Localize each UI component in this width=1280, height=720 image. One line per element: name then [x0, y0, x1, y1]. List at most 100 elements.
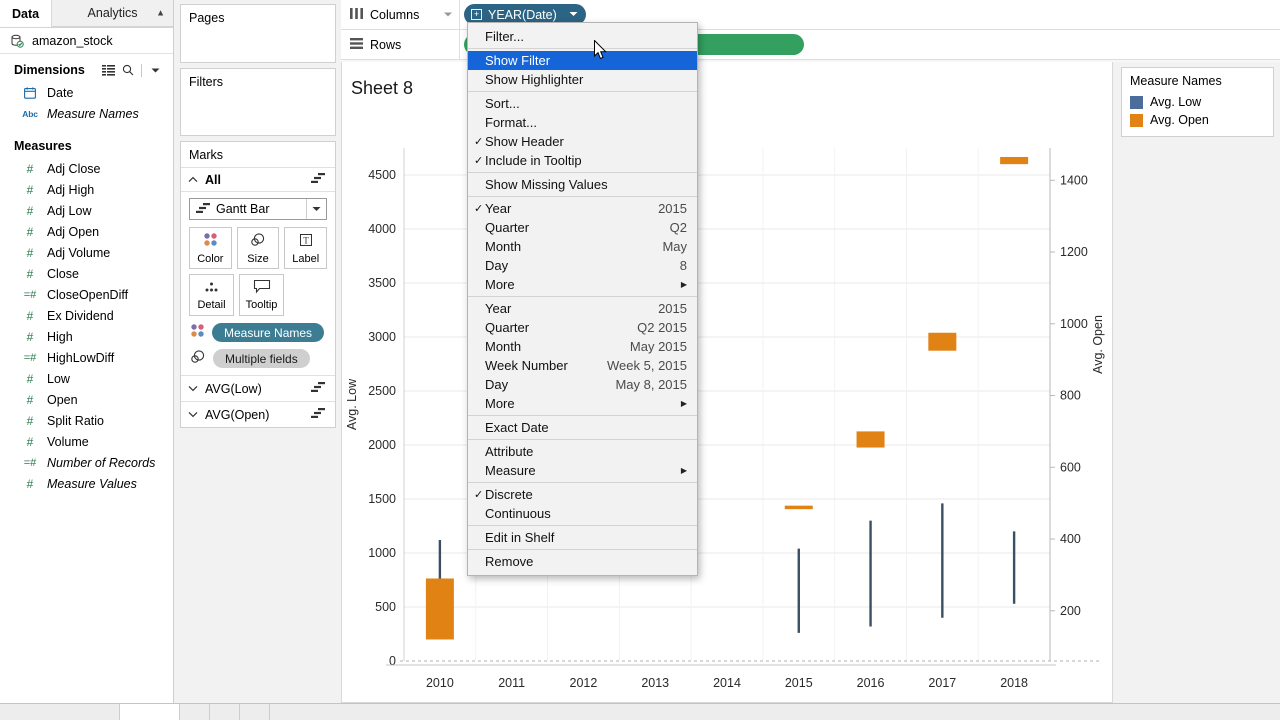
detail-button[interactable]: Detail — [189, 274, 234, 316]
tab-analytics[interactable]: Analytics ▲ — [52, 0, 173, 27]
measure-names-legend[interactable]: Measure Names Avg. Low Avg. Open — [1121, 67, 1274, 137]
color-encoding-row[interactable]: Measure Names — [189, 323, 327, 342]
menu-item-remove[interactable]: Remove — [468, 552, 697, 571]
mark-avg-open[interactable] — [1000, 156, 1029, 165]
marks-subcard-avg-low[interactable]: AVG(Low) — [181, 375, 335, 401]
measure-item[interactable]: # Adj Open — [0, 221, 173, 242]
measure-item[interactable]: =# HighLowDiff — [0, 347, 173, 368]
menu-item-edit-in-shelf[interactable]: Edit in Shelf — [468, 528, 697, 547]
mark-avg-open[interactable] — [425, 578, 454, 640]
chevron-down-icon[interactable] — [188, 410, 199, 420]
measure-item[interactable]: # Measure Values — [0, 473, 173, 494]
measure-item[interactable]: # Close — [0, 263, 173, 284]
measure-item[interactable]: # Open — [0, 389, 173, 410]
marks-all-row[interactable]: All — [181, 168, 335, 192]
grid-view-icon[interactable] — [98, 61, 118, 79]
menu-item-more[interactable]: More ▶ — [468, 394, 697, 413]
left-axis-tick-label: 3500 — [368, 276, 396, 290]
rows-shelf-label: Rows — [341, 30, 460, 59]
x-axis-tick-label: 2015 — [785, 676, 813, 690]
pages-card[interactable]: Pages — [180, 4, 336, 63]
menu-item-show-missing-values[interactable]: Show Missing Values — [468, 175, 697, 194]
dimension-label: Measure Names — [47, 106, 139, 121]
menu-item-exact-date[interactable]: Exact Date — [468, 418, 697, 437]
menu-group: Filter... — [468, 25, 697, 48]
mark-avg-open[interactable] — [784, 505, 813, 510]
x-axis-tick-label: 2017 — [928, 676, 956, 690]
dimension-item-date[interactable]: Date — [0, 82, 173, 103]
encoding-pill-measure-names[interactable]: Measure Names — [212, 323, 325, 342]
chevron-down-icon[interactable] — [145, 61, 165, 79]
menu-item-show-header[interactable]: ✓ Show Header — [468, 132, 697, 151]
menu-item-attribute[interactable]: Attribute — [468, 442, 697, 461]
field-context-menu[interactable]: Filter... Show Filter Show Highlighter Sort… — [467, 22, 698, 576]
search-icon[interactable] — [118, 61, 138, 79]
new-dashboard-icon[interactable] — [210, 704, 240, 720]
measure-item[interactable]: # Adj Close — [0, 158, 173, 179]
new-worksheet-icon[interactable] — [180, 704, 210, 720]
menu-group: Sort... Format... ✓ Show Header ✓ Include in … — [468, 92, 697, 172]
legend-item[interactable]: Avg. Open — [1130, 111, 1265, 129]
menu-item-more[interactable]: More ▶ — [468, 275, 697, 294]
menu-item-sort[interactable]: Sort... — [468, 94, 697, 113]
menu-item-quarter[interactable]: Quarter Q2 2015 — [468, 318, 697, 337]
dimension-item-measure-names[interactable]: Abc Measure Names — [0, 103, 173, 124]
tooltip-bubble-icon — [253, 279, 271, 297]
menu-item-discrete[interactable]: ✓ Discrete — [468, 485, 697, 504]
menu-item-quarter[interactable]: Quarter Q2 — [468, 218, 697, 237]
menu-item-format[interactable]: Format... — [468, 113, 697, 132]
menu-item-continuous[interactable]: Continuous — [468, 504, 697, 523]
marks-subcard-avg-open[interactable]: AVG(Open) — [181, 401, 335, 427]
chevron-down-icon[interactable] — [306, 199, 326, 219]
color-button[interactable]: Color — [189, 227, 232, 269]
menu-item-filter[interactable]: Filter... — [468, 27, 697, 46]
mark-type-select[interactable]: Gantt Bar — [189, 198, 327, 220]
menu-item-month[interactable]: Month May — [468, 237, 697, 256]
tab-data[interactable]: Data — [0, 0, 53, 27]
size-button[interactable]: Size — [236, 227, 280, 269]
chevron-down-icon[interactable] — [563, 10, 580, 19]
mark-avg-open[interactable] — [856, 431, 885, 448]
encoding-pill-multiple-fields[interactable]: Multiple fields — [213, 349, 310, 368]
menu-item-day[interactable]: Day May 8, 2015 — [468, 375, 697, 394]
menu-item-month[interactable]: Month May 2015 — [468, 337, 697, 356]
size-encoding-row[interactable]: Multiple fields — [189, 349, 327, 368]
tooltip-button[interactable]: Tooltip — [239, 274, 284, 316]
detail-label: Detail — [197, 298, 226, 311]
chevron-up-icon[interactable] — [188, 175, 199, 185]
measure-item[interactable]: # Volume — [0, 431, 173, 452]
measure-item[interactable]: # High — [0, 326, 173, 347]
updown-arrow-icon[interactable]: ▲ — [156, 8, 165, 18]
measure-label: Volume — [47, 434, 89, 449]
x-axis-tick-label: 2014 — [713, 676, 741, 690]
new-story-icon[interactable] — [240, 704, 270, 720]
menu-item-show-filter[interactable]: Show Filter — [468, 51, 697, 70]
filters-card[interactable]: Filters — [180, 68, 336, 136]
menu-item-year[interactable]: Year 2015 — [468, 299, 697, 318]
chevron-down-icon[interactable] — [444, 10, 452, 19]
number-icon: # — [26, 476, 34, 491]
menu-item-measure[interactable]: Measure ▶ — [468, 461, 697, 480]
measure-item[interactable]: # Adj Low — [0, 200, 173, 221]
chevron-down-icon[interactable] — [188, 384, 199, 394]
measure-item[interactable]: # Adj Volume — [0, 242, 173, 263]
legend-item[interactable]: Avg. Low — [1130, 93, 1265, 111]
mark-avg-open[interactable] — [928, 332, 957, 351]
chart-plot[interactable]: 0 500 1000 1500 2000 2500 3000 3500 4000 4500 Avg.… — [342, 134, 1112, 701]
menu-item-week-number[interactable]: Week Number Week 5, 2015 — [468, 356, 697, 375]
menu-item-show-highlighter[interactable]: Show Highlighter — [468, 70, 697, 89]
number-icon: # — [26, 329, 34, 344]
measure-item[interactable]: # Ex Dividend — [0, 305, 173, 326]
measure-item[interactable]: =# Number of Records — [0, 452, 173, 473]
measure-item[interactable]: # Adj High — [0, 179, 173, 200]
menu-item-include-in-tooltip[interactable]: ✓ Include in Tooltip — [468, 151, 697, 170]
menu-item-year[interactable]: ✓ Year 2015 — [468, 199, 697, 218]
sheet-tab[interactable] — [120, 704, 180, 720]
label-button[interactable]: T Label — [284, 227, 328, 269]
measure-item[interactable]: # Split Ratio — [0, 410, 173, 431]
datasource-row[interactable]: amazon_stock — [0, 28, 173, 54]
menu-item-day[interactable]: Day 8 — [468, 256, 697, 275]
measure-item[interactable]: =# CloseOpenDiff — [0, 284, 173, 305]
measure-item[interactable]: # Low — [0, 368, 173, 389]
plus-expand-icon[interactable]: + — [471, 9, 482, 20]
